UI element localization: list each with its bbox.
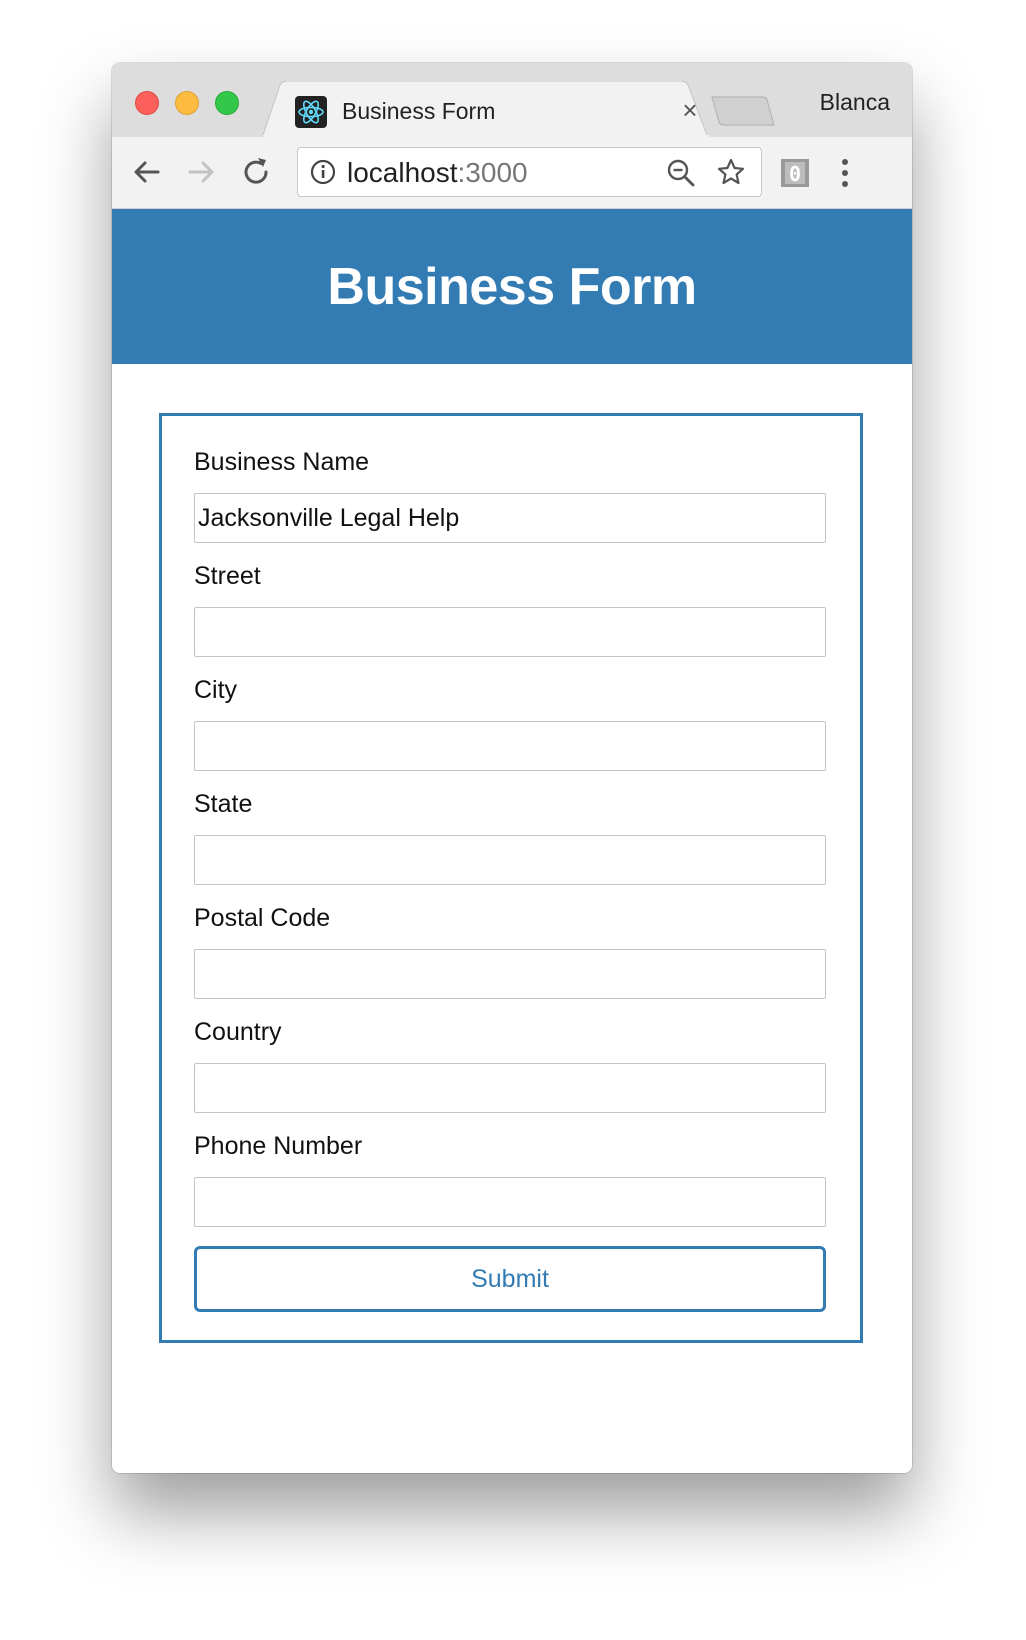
info-icon[interactable] — [310, 159, 336, 185]
profile-name[interactable]: Blanca — [820, 87, 890, 117]
field-label: Business Name — [194, 448, 370, 476]
star-icon[interactable] — [716, 157, 746, 187]
business-form: Business Name Street City State Postal C… — [159, 413, 863, 1343]
react-logo-icon — [295, 96, 327, 128]
reload-icon — [244, 158, 268, 184]
field-label: State — [194, 790, 253, 818]
app-header: Business Form — [112, 209, 912, 364]
title-bar: Business Form × Blanca — [112, 63, 912, 138]
zoom-window-button[interactable] — [215, 91, 239, 115]
address-bar[interactable]: localhost:3000 — [297, 147, 762, 197]
close-window-button[interactable] — [135, 91, 159, 115]
phone-number-input[interactable] — [194, 1177, 826, 1227]
street-input[interactable] — [194, 607, 826, 657]
back-button[interactable] — [130, 155, 164, 189]
business-name-field: Business Name — [194, 447, 826, 543]
street-field: Street — [194, 561, 826, 657]
city-input[interactable] — [194, 721, 826, 771]
new-tab-button[interactable] — [710, 95, 776, 132]
field-label: Country — [194, 1018, 282, 1046]
browser-tab[interactable]: Business Form × — [262, 81, 710, 138]
postal-code-field: Postal Code — [194, 903, 826, 999]
page-content: Business Form Business Name Street City … — [112, 209, 912, 1473]
field-label: City — [194, 676, 238, 704]
url-port: :3000 — [457, 157, 528, 188]
zoom-out-icon[interactable] — [666, 158, 696, 188]
city-field: City — [194, 675, 826, 771]
forward-button[interactable] — [184, 155, 218, 189]
page-title: Business Form — [327, 257, 697, 316]
browser-toolbar: localhost:3000 0 — [112, 137, 912, 209]
field-label: Phone Number — [194, 1132, 363, 1160]
arrow-left-icon — [134, 161, 160, 183]
extension-glyph: 0 — [789, 162, 801, 186]
url-host: localhost — [347, 157, 458, 188]
state-input[interactable] — [194, 835, 826, 885]
business-name-input[interactable] — [194, 493, 826, 543]
phone-number-field: Phone Number — [194, 1131, 826, 1227]
state-field: State — [194, 789, 826, 885]
extension-icon[interactable]: 0 — [780, 158, 810, 188]
minimize-window-button[interactable] — [175, 91, 199, 115]
reload-button[interactable] — [239, 155, 273, 189]
postal-code-input[interactable] — [194, 949, 826, 999]
tab-title: Business Form — [342, 98, 496, 124]
close-tab-icon[interactable]: × — [675, 95, 705, 125]
country-input[interactable] — [194, 1063, 826, 1113]
country-field: Country — [194, 1017, 826, 1113]
url-text[interactable]: localhost:3000 — [347, 157, 528, 189]
field-label: Street — [194, 562, 261, 590]
arrow-right-icon — [188, 161, 214, 183]
kebab-menu-icon[interactable] — [839, 156, 851, 190]
browser-window: Business Form × Blanca localhost:3000 0 … — [112, 63, 912, 1473]
field-label: Postal Code — [194, 904, 331, 932]
submit-button[interactable]: Submit — [194, 1246, 826, 1312]
